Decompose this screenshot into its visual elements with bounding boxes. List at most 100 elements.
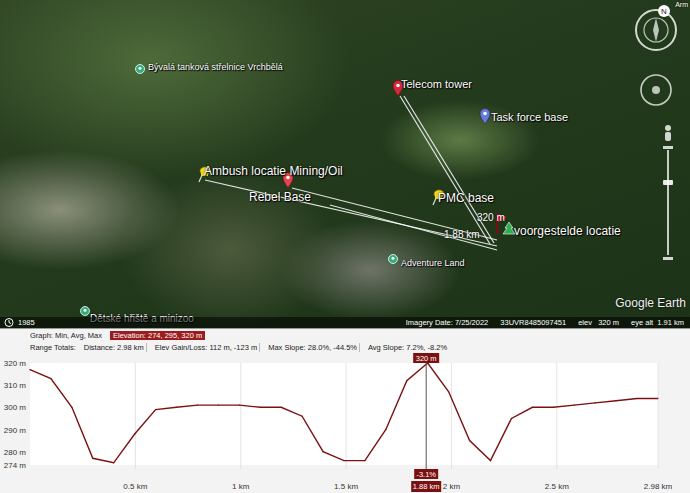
svg-text:N: N (661, 7, 667, 16)
navigation-controls[interactable]: N (630, 0, 684, 290)
svg-text:1 km: 1 km (232, 482, 250, 491)
google-earth-window: Bývalá tanková střelnice Vrchbělá Telecom… (0, 0, 690, 493)
status-bar: 1985 Imagery Date: 7/25/2022 33UVR84850974… (0, 317, 690, 328)
elevation-point (532, 407, 533, 408)
svg-text:1.5 km: 1.5 km (334, 482, 358, 491)
eye-altitude: eye alt 1.91 km (631, 318, 684, 327)
range-label: Range Totals: (30, 343, 76, 352)
place-marker-icon[interactable] (80, 306, 90, 316)
svg-text:274 m: 274 m (4, 461, 27, 470)
elevation-point (134, 433, 135, 434)
x-tick: 2.5 km (545, 363, 569, 491)
elevation-point (511, 418, 512, 419)
y-tick: 320 m (4, 359, 27, 368)
elevation-point (636, 398, 637, 399)
elevation-point (616, 400, 617, 401)
marker-label[interactable]: Ambush locatie Mining/Oil (204, 165, 343, 179)
elevation-point (113, 462, 114, 463)
coordinates: 33UVR8485097451 (500, 318, 566, 327)
elevation-point (343, 460, 344, 461)
y-tick: 290 m (4, 426, 27, 435)
marker-label[interactable]: Rebel Base (249, 191, 311, 205)
zoom-slider-icon[interactable] (663, 146, 673, 260)
svg-text:2 km: 2 km (443, 482, 461, 491)
elevation-point (657, 398, 658, 399)
marker-label[interactable]: Telecom tower (401, 78, 472, 91)
imagery-date: Imagery Date: 7/25/2022 (406, 318, 489, 327)
avg-slope: Avg Slope: 7.2%, -8.2% (368, 343, 447, 352)
svg-text:280 m: 280 m (4, 448, 27, 457)
graph-label: Graph: Min, Avg, Max (30, 331, 102, 340)
elevation-point (490, 460, 491, 461)
elevation-point (302, 416, 303, 417)
place-marker-icon[interactable] (388, 254, 398, 264)
place-label: Arm (675, 1, 688, 8)
elevation-point (92, 458, 93, 459)
elevation-point (364, 460, 365, 461)
svg-text:290 m: 290 m (4, 426, 27, 435)
elevation-point (197, 405, 198, 406)
elevation-line (30, 363, 658, 463)
cursor-elevation-badge: 320 m (413, 353, 439, 363)
svg-text:300 m: 300 m (4, 403, 27, 412)
y-tick: 310 m (4, 381, 27, 390)
elevation-point (71, 407, 72, 408)
elevation-point (260, 407, 261, 408)
elevation-point (322, 451, 323, 452)
elevation-point (595, 402, 596, 403)
elevation-point (29, 369, 30, 370)
google-earth-logo: Google Earth (615, 296, 686, 310)
marker-label[interactable]: PMC base (438, 192, 494, 206)
svg-text:1.88 km: 1.88 km (413, 482, 440, 491)
place-marker-icon[interactable] (135, 64, 145, 74)
measure-distance: 1.88 km (444, 229, 480, 240)
elevation-point (574, 405, 575, 406)
elevation-chart[interactable]: 0.5 km 1 km 1.5 km 2 km 2.5 km 2.98 km 320 m 31… (0, 353, 690, 493)
marker-label[interactable]: Adventure Land (401, 258, 465, 268)
elevation-point (281, 407, 282, 408)
range-totals-row: Range Totals:Distance: 2.98 kmElev Gain/… (0, 341, 690, 353)
look-joystick-icon[interactable] (641, 75, 671, 105)
imagery-year[interactable]: 1985 (18, 318, 35, 327)
elevation-point (553, 407, 554, 408)
x-tick: 0.5 km (123, 363, 147, 491)
svg-text:310 m: 310 m (4, 381, 27, 390)
balloon-marker-icon[interactable] (479, 108, 491, 125)
elevation-point (155, 409, 156, 410)
elevation-point (406, 380, 407, 381)
max-slope: Max Slope: 28.0%, -44.5% (268, 343, 360, 352)
elevation-point (239, 405, 240, 406)
satellite-map[interactable]: Bývalá tanková střelnice Vrchbělá Telecom… (0, 0, 690, 328)
svg-text:-3.1%: -3.1% (416, 470, 436, 479)
x-tick: 1.5 km (334, 363, 358, 491)
person-icon[interactable] (665, 125, 671, 141)
y-tick: 274 m (4, 461, 27, 470)
x-tick: 1 km (232, 363, 250, 491)
svg-text:320 m: 320 m (4, 359, 27, 368)
elevation-reading: elev 320 m (578, 318, 619, 327)
marker-label[interactable]: Task force base (491, 111, 568, 124)
y-tick: 300 m (4, 403, 27, 412)
x-tick: 2.98 km (644, 363, 673, 491)
elevation-point (176, 407, 177, 408)
marker-label[interactable]: voorgestelde locatie (514, 225, 621, 239)
measure-elevation: 320 m (477, 212, 505, 223)
marker-label[interactable]: Bývalá tanková střelnice Vrchbělá (148, 62, 283, 72)
y-tick: 280 m (4, 448, 27, 457)
svg-text:320 m: 320 m (416, 354, 437, 363)
cursor-distance-badge: 1.88 km (411, 481, 441, 492)
historical-imagery-icon[interactable] (4, 318, 14, 327)
elevation-point (385, 429, 386, 430)
elevation-point (218, 405, 219, 406)
distance-total: Distance: 2.98 km (84, 343, 147, 352)
svg-text:2.5 km: 2.5 km (545, 482, 569, 491)
cursor-line[interactable] (426, 363, 427, 471)
elevation-point (448, 391, 449, 392)
svg-text:0.5 km: 0.5 km (123, 482, 147, 491)
graph-summary-row: Graph: Min, Avg, MaxElevation: 274, 295,… (0, 329, 690, 341)
svg-text:2.98 km: 2.98 km (644, 482, 673, 491)
x-tick: 2 km (443, 363, 461, 491)
compass-icon[interactable]: N (636, 5, 676, 50)
cursor-slope-badge: -3.1% (414, 469, 438, 479)
measure-lines (0, 0, 690, 328)
